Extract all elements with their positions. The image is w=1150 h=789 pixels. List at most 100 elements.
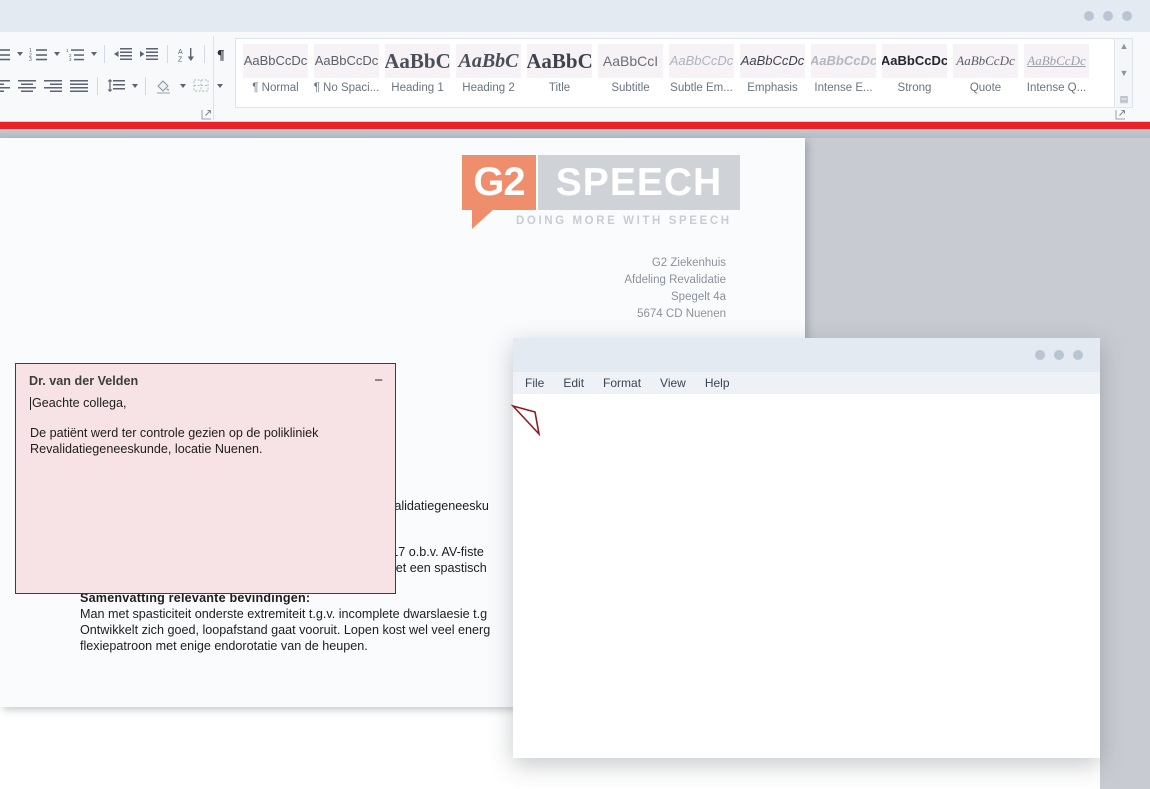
comment-callout-box[interactable]: Dr. van der Velden − Geachte collega, De… (15, 363, 396, 594)
style-item-title[interactable]: AaBbC Title (524, 42, 595, 104)
scroll-up-icon[interactable]: ▲ (1120, 42, 1129, 51)
shading-icon[interactable] (151, 74, 177, 98)
style-item-label: ¶ No Spaci... (313, 82, 380, 94)
menu-item-file[interactable]: File (525, 376, 544, 390)
paragraph-row-1: 1 2 3 1 2 3 A Z ¶ (0, 42, 236, 66)
menu-item-help[interactable]: Help (705, 376, 730, 390)
callout-pointer-arrow-icon (510, 404, 541, 437)
style-item-quote[interactable]: AaBbCcDc Quote (950, 42, 1021, 104)
sort-icon[interactable]: A Z (173, 42, 199, 66)
style-item-heading-2[interactable]: AaBbC Heading 2 (453, 42, 524, 104)
overlay-content-area[interactable] (513, 394, 1100, 758)
ribbon-group-styles: AaBbCcDc ¶ Normal AaBbCcDc ¶ No Spaci... AaB… (235, 32, 1150, 122)
style-item-normal[interactable]: AaBbCcDc ¶ Normal (240, 42, 311, 104)
style-item-label: Intense Q... (1026, 82, 1087, 94)
comment-line-2: De patiënt werd ter controle gezien op d… (30, 426, 319, 440)
g2-speech-logo: G2 SPEECH DOING MORE WITH SPEECH (462, 155, 752, 235)
toolbar-divider (104, 45, 105, 63)
svg-text:Z: Z (178, 56, 183, 62)
style-item-emphasis[interactable]: AaBbCcDc Emphasis (737, 42, 808, 104)
menu-item-view[interactable]: View (660, 376, 686, 390)
style-item-heading-1[interactable]: AaBbC Heading 1 (382, 42, 453, 104)
style-preview: AaBbCcDc (669, 44, 734, 78)
style-item-label: ¶ Normal (252, 82, 299, 94)
numbering-dropdown-icon[interactable] (51, 42, 62, 66)
style-preview: AaBbCcDc (740, 44, 805, 78)
align-left-icon[interactable] (0, 74, 14, 98)
increase-indent-icon[interactable] (136, 42, 162, 66)
logo-tagline: DOING MORE WITH SPEECH (516, 215, 732, 227)
word-titlebar (0, 0, 1150, 32)
style-item-label: Subtle Em... (670, 82, 733, 94)
address-line: Spegelt 4a (671, 291, 726, 303)
align-center-icon[interactable] (14, 74, 40, 98)
address-line: Afdeling Revalidatie (624, 274, 726, 286)
close-icon[interactable] (1122, 11, 1132, 21)
borders-icon[interactable] (188, 74, 214, 98)
ribbon-group-divider (213, 36, 214, 120)
window-controls[interactable] (1084, 11, 1132, 21)
paragraph-row-2 (0, 74, 225, 98)
style-item-label: Title (548, 82, 571, 94)
style-item-label: Heading 1 (391, 82, 444, 94)
bullets-dropdown-icon[interactable] (14, 42, 25, 66)
multilevel-list-icon[interactable]: 1 2 3 (62, 42, 88, 66)
styles-gallery[interactable]: AaBbCcDc ¶ Normal AaBbCcDc ¶ No Spaci... AaB… (235, 38, 1115, 108)
comment-text[interactable]: Geachte collega, De patiënt werd ter con… (30, 395, 381, 457)
style-item-no-spaci[interactable]: AaBbCcDc ¶ No Spaci... (311, 42, 382, 104)
maximize-icon[interactable] (1103, 11, 1113, 21)
decrease-indent-icon[interactable] (110, 42, 136, 66)
toolbar-divider (97, 77, 98, 95)
address-line: G2 Ziekenhuis (651, 257, 726, 269)
numbering-icon[interactable]: 1 2 3 (25, 42, 51, 66)
comment-author: Dr. van der Velden (29, 374, 139, 388)
overlay-maximize-icon[interactable] (1054, 350, 1064, 360)
menu-item-format[interactable]: Format (603, 376, 641, 390)
paragraph-dialog-launcher-icon[interactable] (201, 109, 212, 120)
style-preview: AaBbCcDc (953, 44, 1018, 78)
menu-item-edit[interactable]: Edit (563, 376, 584, 390)
toolbar-divider (204, 45, 205, 63)
multilevel-list-dropdown-icon[interactable] (88, 42, 99, 66)
scroll-down-icon[interactable]: ▼ (1120, 68, 1129, 78)
overlay-window-controls[interactable] (1035, 350, 1083, 360)
style-item-label: Emphasis (747, 82, 798, 94)
style-item-label: Subtitle (611, 82, 650, 94)
style-preview: AaBbCcI (598, 44, 663, 78)
comment-minimize-icon[interactable]: − (374, 373, 383, 388)
line-spacing-icon[interactable] (103, 74, 129, 98)
red-accent-bar (0, 122, 1150, 129)
svg-text:3: 3 (29, 57, 32, 61)
borders-dropdown-icon[interactable] (214, 74, 225, 98)
minimize-icon[interactable] (1084, 11, 1094, 21)
style-item-subtle-em[interactable]: AaBbCcDc Subtle Em... (666, 42, 737, 104)
style-item-subtitle[interactable]: AaBbCcI Subtitle (595, 42, 666, 104)
style-item-intense-q[interactable]: AaBbCcDc Intense Q... (1021, 42, 1092, 104)
style-item-label: Quote (969, 82, 1002, 94)
bullets-icon[interactable] (0, 42, 14, 66)
style-item-intense-e[interactable]: AaBbCcDc Intense E... (808, 42, 879, 104)
svg-text:3: 3 (69, 57, 72, 61)
logo-word-block: SPEECH (538, 155, 740, 210)
overlay-close-icon[interactable] (1073, 350, 1083, 360)
logo-word-text: SPEECH (555, 161, 723, 204)
overlay-window[interactable]: File Edit Format View Help (513, 338, 1100, 758)
styles-more-icon[interactable]: ▤ (1120, 95, 1129, 104)
toolbar-divider (167, 45, 168, 63)
shading-dropdown-icon[interactable] (177, 74, 188, 98)
justify-icon[interactable] (66, 74, 92, 98)
style-item-strong[interactable]: AaBbCcDc Strong (879, 42, 950, 104)
overlay-menubar[interactable]: File Edit Format View Help (513, 372, 1100, 394)
letterhead-address: G2 Ziekenhuis Afdeling Revalidatie Spege… (466, 255, 726, 323)
app-root: 1 2 3 1 2 3 A Z ¶ AaBbCcDc ¶ Normal AaBb… (0, 0, 1150, 789)
style-preview: AaBbCcDc (882, 44, 947, 78)
line-spacing-dropdown-icon[interactable] (129, 74, 140, 98)
ribbon-group-paragraph: 1 2 3 1 2 3 A Z ¶ (0, 32, 225, 146)
styles-dialog-launcher-icon[interactable] (1115, 109, 1126, 120)
canvas-right-gutter (1100, 276, 1150, 789)
align-right-icon[interactable] (40, 74, 66, 98)
styles-gallery-scrollbar[interactable]: ▲ ▼ ▤ (1116, 38, 1133, 108)
address-line: 5674 CD Nuenen (637, 308, 726, 320)
svg-text:¶: ¶ (217, 48, 225, 61)
overlay-minimize-icon[interactable] (1035, 350, 1045, 360)
